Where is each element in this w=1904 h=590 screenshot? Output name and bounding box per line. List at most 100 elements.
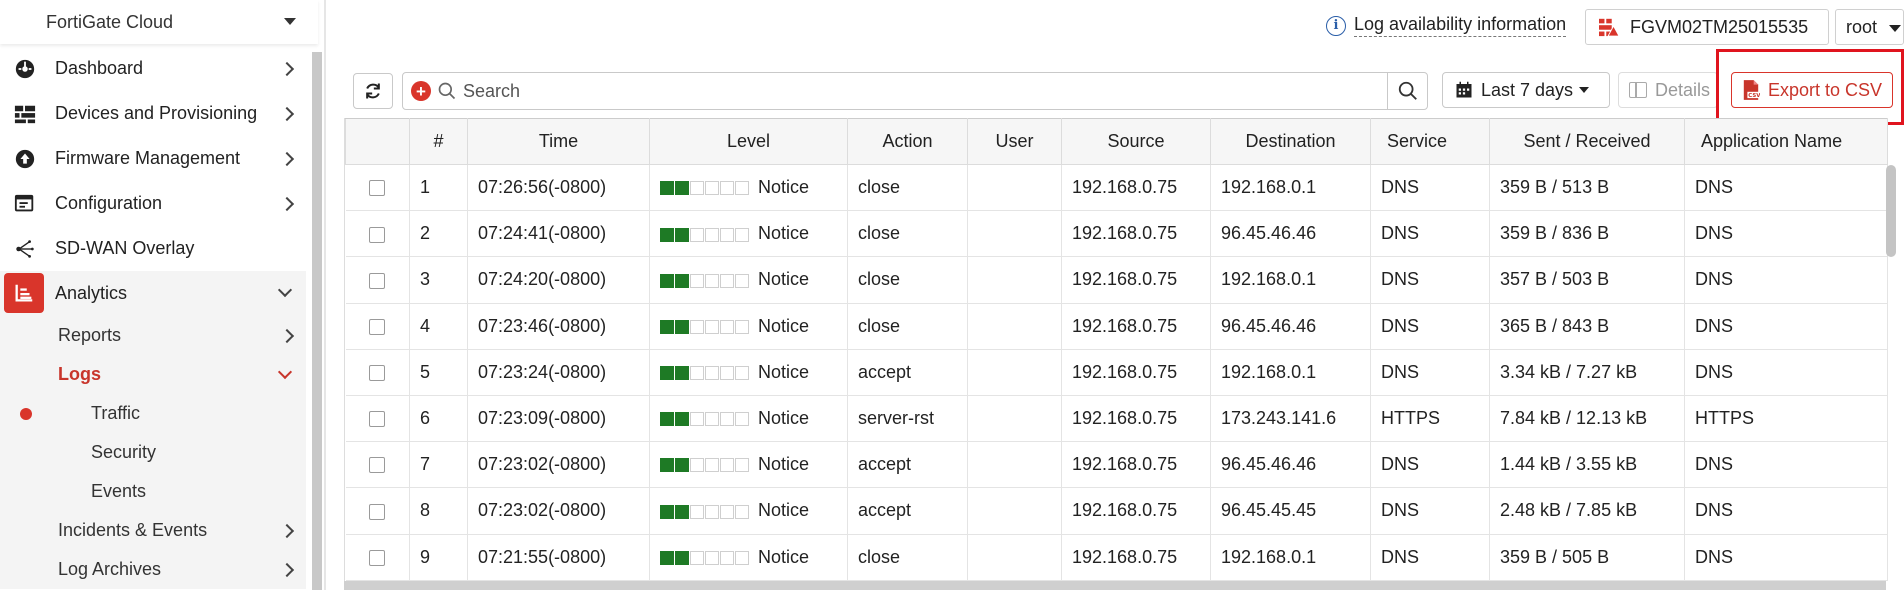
cell-action: server-rst [847, 395, 968, 443]
table-row[interactable]: 4 07:23:46(-0800) Notice close 192.168.0.75 9… [345, 303, 1888, 350]
table-row[interactable]: 1 07:26:56(-0800) Notice close 192.168.0.75 1… [345, 164, 1888, 212]
cell-time: 07:23:02(-0800) [467, 441, 650, 489]
level-label: Notice [758, 408, 810, 429]
level-segment [705, 366, 719, 381]
table-row[interactable]: 3 07:24:20(-0800) Notice close 192.168.0.75 1… [345, 256, 1888, 304]
scrollbar-thumb[interactable] [1886, 165, 1896, 257]
sidebar-item-sdwan[interactable]: SD-WAN Overlay [0, 226, 306, 271]
sidebar-item-label: Firmware Management [55, 148, 241, 168]
cell-destination: 96.45.46.46 [1210, 441, 1371, 489]
table-horizontal-scrollbar[interactable] [344, 581, 1886, 590]
sidebar-item-label: Configuration [55, 193, 163, 213]
search-input[interactable] [463, 80, 1383, 102]
cell-action: accept [847, 349, 968, 396]
cell-app: DNS [1684, 441, 1888, 489]
cell-sent-received: 365 B / 843 B [1489, 303, 1685, 350]
column-header-source[interactable]: Source [1061, 118, 1211, 165]
sidebar-item-configuration[interactable]: Configuration [0, 181, 306, 226]
level-segment [675, 181, 689, 196]
tenant-selector[interactable]: FortiGate Cloud [0, 0, 318, 44]
row-checkbox[interactable] [369, 457, 386, 474]
level-segment [705, 458, 719, 473]
cell-source: 192.168.0.75 [1061, 395, 1211, 443]
row-checkbox[interactable] [369, 272, 386, 289]
cell-user [967, 441, 1062, 489]
sidebar-item-dashboard[interactable]: Dashboard [0, 46, 306, 91]
sidebar-item-traffic[interactable]: Traffic [0, 394, 306, 433]
sidebar-item-firmware[interactable]: Firmware Management [0, 136, 306, 181]
level-segment [690, 319, 704, 334]
level-indicator [660, 458, 750, 473]
column-header-destination[interactable]: Destination [1210, 118, 1371, 165]
table-row[interactable]: 6 07:23:09(-0800) Notice server-rst 192.168.… [345, 395, 1888, 443]
column-header-action[interactable]: Action [847, 118, 968, 165]
table-row[interactable]: 7 07:23:02(-0800) Notice accept 192.168.0.75… [345, 441, 1888, 489]
vdom-selector[interactable]: root [1835, 9, 1904, 45]
sidebar-item-devices[interactable]: Devices and Provisioning [0, 91, 306, 136]
sidebar-item-logs[interactable]: Logs [0, 355, 306, 394]
search-button[interactable] [1387, 73, 1427, 109]
highlight-box [1716, 49, 1904, 125]
level-segment [675, 412, 689, 427]
cell-app: DNS [1684, 164, 1888, 212]
column-header-service[interactable]: Service [1370, 118, 1490, 165]
select-all-header[interactable] [345, 118, 410, 165]
level-indicator [660, 181, 750, 196]
sidebar-item-analytics[interactable]: Analytics [0, 271, 306, 316]
column-header-num[interactable]: # [409, 118, 468, 165]
date-range-selector[interactable]: Last 7 days [1442, 72, 1610, 108]
sidebar-scrollbar[interactable] [312, 52, 322, 590]
details-button[interactable]: Details [1618, 72, 1718, 108]
row-checkbox[interactable] [369, 365, 386, 382]
sidebar-item-log-archives[interactable]: Log Archives [0, 550, 306, 589]
sidebar-item-security[interactable]: Security [0, 433, 306, 472]
cell-service: DNS [1370, 303, 1490, 350]
fortigate-device-icon [1599, 18, 1620, 37]
chevron-right-icon [279, 562, 295, 577]
device-selector[interactable]: FGVM02TM25015535 [1585, 9, 1829, 45]
sidebar-item-events[interactable]: Events [0, 472, 306, 511]
level-segment [705, 273, 719, 288]
row-checkbox-cell [345, 349, 410, 396]
level-label: Notice [758, 500, 810, 521]
row-checkbox[interactable] [369, 503, 386, 520]
cell-app: DNS [1684, 256, 1888, 304]
sidebar-item-incidents-events[interactable]: Incidents & Events [0, 511, 306, 550]
cell-destination: 96.45.46.46 [1210, 303, 1371, 350]
table-vertical-scrollbar[interactable] [1886, 165, 1896, 590]
add-filter-icon[interactable]: + [411, 81, 431, 101]
level-segment [660, 366, 674, 381]
log-availability-label: Log availability information [1354, 14, 1567, 37]
row-checkbox[interactable] [369, 180, 386, 197]
table-row[interactable]: 2 07:24:41(-0800) Notice close 192.168.0.75 9… [345, 210, 1888, 258]
calendar-icon [1456, 81, 1472, 98]
table-row[interactable]: 9 07:21:55(-0800) Notice close 192.168.0.75 1… [345, 534, 1888, 581]
cell-source: 192.168.0.75 [1061, 256, 1211, 304]
cell-user [967, 210, 1062, 258]
column-header-application-name[interactable]: Application Name [1684, 118, 1888, 165]
caret-down-icon [284, 18, 296, 25]
row-checkbox[interactable] [369, 549, 386, 566]
dashboard-icon [15, 59, 35, 79]
table-row[interactable]: 8 07:23:02(-0800) Notice accept 192.168.0.75… [345, 487, 1888, 535]
log-availability-link[interactable]: i Log availability information [1326, 14, 1567, 37]
cell-user [967, 164, 1062, 212]
table-row[interactable]: 5 07:23:24(-0800) Notice accept 192.168.0.75… [345, 349, 1888, 396]
caret-down-icon [1579, 87, 1590, 93]
level-segment [690, 181, 704, 196]
row-checkbox-cell [345, 256, 410, 304]
column-header-user[interactable]: User [967, 118, 1062, 165]
column-header-time[interactable]: Time [467, 118, 650, 165]
row-checkbox[interactable] [369, 226, 386, 243]
sidebar-item-reports[interactable]: Reports [0, 316, 306, 355]
level-segment [705, 504, 719, 519]
row-checkbox[interactable] [369, 411, 386, 428]
column-header-level[interactable]: Level [649, 118, 848, 165]
level-segment [720, 550, 734, 565]
row-checkbox[interactable] [369, 318, 386, 335]
sidebar-item-label: Log Archives [58, 559, 162, 579]
column-header-sent-received[interactable]: Sent / Received [1489, 118, 1685, 165]
cell-destination: 192.168.0.1 [1210, 534, 1371, 581]
refresh-button[interactable] [353, 73, 393, 109]
details-label: Details [1655, 79, 1711, 100]
